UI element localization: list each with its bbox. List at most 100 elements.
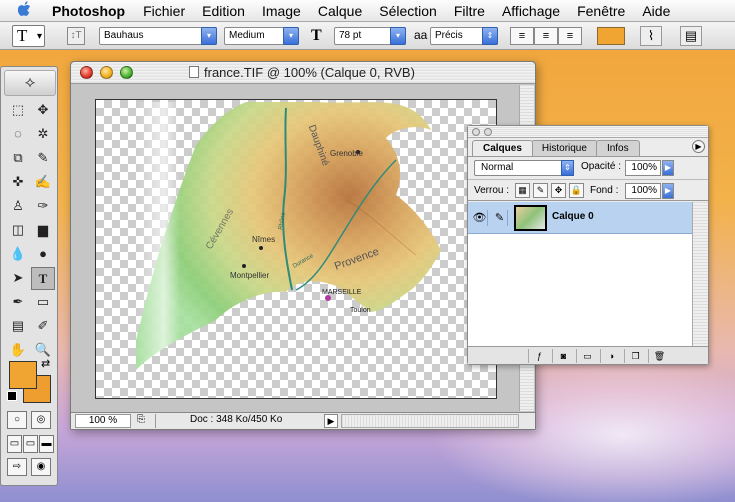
fill-field[interactable]: 100%	[625, 183, 661, 199]
menu-selection[interactable]: Sélection	[379, 3, 437, 19]
lasso-tool-icon[interactable]: ◌	[6, 123, 30, 146]
palette-menu-icon[interactable]: ▶	[692, 140, 705, 153]
tab-infos[interactable]: Infos	[595, 140, 640, 156]
font-size-select[interactable]: 78 pt ▾	[334, 27, 406, 45]
brush-tool-icon[interactable]: ✍	[31, 171, 55, 194]
status-menu-arrow-icon[interactable]: ▶	[324, 414, 338, 428]
default-colors-icon[interactable]	[7, 391, 17, 401]
screen-mode-menubar-button[interactable]: ▭	[23, 435, 38, 453]
slice-tool-icon[interactable]: ✎	[31, 147, 55, 170]
chevron-down-icon: ▾	[283, 27, 299, 45]
menu-filtre[interactable]: Filtre	[454, 3, 485, 19]
align-right-button[interactable]: ≡	[558, 27, 582, 45]
blur-tool-icon[interactable]: 💧	[6, 243, 30, 266]
antialias-select[interactable]: Précis ⇕	[430, 27, 498, 45]
menu-calque[interactable]: Calque	[318, 3, 362, 19]
text-color-swatch[interactable]	[597, 27, 625, 45]
opacity-field[interactable]: 100%	[625, 160, 661, 176]
fill-slider-arrow-icon[interactable]: ▶	[662, 183, 674, 199]
opacity-label: Opacité :	[581, 161, 622, 172]
font-family-select[interactable]: Bauhaus ▾	[99, 27, 217, 45]
screen-mode-full-button[interactable]: ▬	[39, 435, 54, 453]
zoom-button[interactable]	[120, 66, 133, 79]
crop-tool-icon[interactable]: ⧉	[6, 147, 30, 170]
tab-historique[interactable]: Historique	[530, 140, 598, 156]
font-style-value: Medium	[229, 30, 265, 41]
lock-all-icon[interactable]: 🔒	[569, 183, 584, 198]
image-canvas[interactable]: Grenoble Dauphiné Cévennes Nîmes Montpel…	[95, 99, 497, 399]
screen-mode-standard-button[interactable]: ▭	[7, 435, 22, 453]
marquee-tool-icon[interactable]: ⬚	[6, 99, 30, 122]
adjustment-layer-icon[interactable]: ◑	[600, 349, 622, 363]
jump-to-imageready-button[interactable]: ⇨	[7, 458, 27, 476]
eyedropper-tool-icon[interactable]: ✐	[31, 315, 55, 338]
document-profile-icon[interactable]: ⎘	[137, 414, 145, 425]
align-center-button[interactable]: ≡	[534, 27, 558, 45]
trash-icon[interactable]: 🗑	[648, 349, 670, 363]
zoom-level-field[interactable]: 100 %	[75, 414, 131, 428]
palette-close-button[interactable]	[472, 128, 480, 136]
healing-brush-icon[interactable]: ✜	[6, 171, 30, 194]
menu-image[interactable]: Image	[262, 3, 301, 19]
swap-colors-icon[interactable]: ⇄	[41, 357, 50, 370]
menu-aide[interactable]: Aide	[642, 3, 670, 19]
type-tool-icon[interactable]: T	[31, 267, 55, 290]
palettes-icon[interactable]: ▤	[680, 26, 702, 46]
warp-text-icon[interactable]: ⌇	[640, 26, 662, 46]
new-set-icon[interactable]: ▭	[576, 349, 598, 363]
menu-affichage[interactable]: Affichage	[502, 3, 560, 19]
palette-bottom-bar: ƒ ◙ ▭ ◑ ❐ 🗑	[468, 346, 708, 364]
foreground-color-swatch[interactable]	[9, 361, 37, 389]
lock-image-icon[interactable]: ✎	[533, 183, 548, 198]
minimize-button[interactable]	[100, 66, 113, 79]
blend-mode-select[interactable]: Normal ⇕	[474, 160, 574, 176]
menu-fichier[interactable]: Fichier	[143, 3, 185, 19]
layer-style-icon[interactable]: ƒ	[528, 349, 550, 363]
font-size-icon: T	[311, 27, 322, 44]
eraser-tool-icon[interactable]: ◫	[6, 219, 30, 242]
tab-calques[interactable]: Calques	[472, 140, 533, 156]
close-button[interactable]	[80, 66, 93, 79]
align-left-button[interactable]: ≡	[510, 27, 534, 45]
document-titlebar[interactable]: france.TIF @ 100% (Calque 0, RVB)	[71, 62, 535, 84]
move-tool-icon[interactable]: ✥	[31, 99, 55, 122]
palette-titlebar[interactable]	[468, 126, 708, 138]
palette-collapse-button[interactable]	[484, 128, 492, 136]
shape-tool-icon[interactable]: ▭	[31, 291, 55, 314]
jump-to-group: ⇨ ◉	[7, 458, 51, 476]
text-orientation-icon[interactable]: ↕T	[67, 27, 85, 45]
menu-app-photoshop[interactable]: Photoshop	[52, 3, 125, 19]
gradient-tool-icon[interactable]: ▆	[31, 219, 55, 242]
magic-wand-tool-icon[interactable]: ✲	[31, 123, 55, 146]
history-brush-icon[interactable]: ✑	[31, 195, 55, 218]
path-selection-icon[interactable]: ➤	[6, 267, 30, 290]
opacity-slider-arrow-icon[interactable]: ▶	[662, 160, 674, 176]
lock-position-icon[interactable]: ✥	[551, 183, 566, 198]
layer-row[interactable]: 👁 ✎ Calque 0	[468, 202, 692, 234]
new-layer-icon[interactable]: ❐	[624, 349, 646, 363]
visibility-eye-icon[interactable]: 👁	[472, 210, 488, 226]
document-horizontal-scrollbar[interactable]	[341, 414, 519, 428]
menu-edition[interactable]: Edition	[202, 3, 245, 19]
tool-preset-picker[interactable]: T	[12, 25, 45, 47]
layer-list-scrollbar[interactable]	[692, 202, 708, 346]
layer-thumbnail	[514, 205, 547, 231]
chevron-down-icon: ▾	[201, 27, 217, 45]
lock-transparency-icon[interactable]: ▦	[515, 183, 530, 198]
font-style-select[interactable]: Medium ▾	[224, 27, 299, 45]
notes-tool-icon[interactable]: ▤	[6, 315, 30, 338]
apple-icon[interactable]	[17, 1, 38, 20]
dodge-tool-icon[interactable]: ●	[31, 243, 55, 266]
pen-tool-icon[interactable]: ✒	[6, 291, 30, 314]
layer-brush-icon[interactable]: ✎	[492, 210, 508, 226]
jump-to-web-button[interactable]: ◉	[31, 458, 51, 476]
layer-name[interactable]: Calque 0	[552, 211, 594, 222]
layer-mask-icon[interactable]: ◙	[552, 349, 574, 363]
hand-tool-icon[interactable]: ✋	[6, 339, 30, 362]
menu-fenetre[interactable]: Fenêtre	[577, 3, 625, 19]
standard-mode-button[interactable]: ○	[7, 411, 27, 429]
tool-grid: ⬚ ✥ ◌ ✲ ⧉ ✎ ✜ ✍ ♙ ✑ ◫ ▆ 💧 ● ➤ T ✒ ▭ ▤ ✐ …	[6, 99, 56, 362]
adobe-feather-icon[interactable]: ⟡	[4, 70, 56, 96]
clone-stamp-icon[interactable]: ♙	[6, 195, 30, 218]
quick-mask-button[interactable]: ◎	[31, 411, 51, 429]
